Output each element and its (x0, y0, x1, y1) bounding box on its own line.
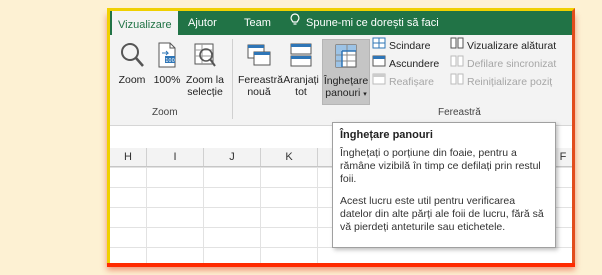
column-header-k[interactable]: K (261, 148, 318, 166)
hide-button[interactable]: Ascundere (372, 55, 439, 73)
view-side-by-side-button[interactable]: Vizualizare alăturat (450, 37, 556, 55)
zoom-group-label: Zoom (152, 107, 178, 118)
split-label: Scindare (389, 40, 431, 52)
tell-me-search[interactable]: Spune-mi ce dorești să faci (290, 11, 439, 35)
tooltip-title: Înghețare panouri (340, 129, 433, 141)
sync-scroll-icon (450, 55, 464, 73)
split-button[interactable]: Scindare (372, 37, 430, 55)
svg-text:100: 100 (165, 58, 175, 64)
magnifier-icon (114, 41, 150, 72)
unhide-label: Reafișare (389, 76, 434, 88)
zoom-button[interactable]: Zoom (114, 41, 150, 93)
column-header-f[interactable]: F (556, 148, 570, 166)
freeze-panes-label-2: panouri (325, 87, 361, 99)
zoom-selection-label-1: Zoom la (186, 74, 224, 86)
column-header-h[interactable]: H (110, 148, 147, 166)
ribbon-tab-bar: Vizualizare Ajutor Team Spune-mi ce dore… (110, 11, 572, 39)
tell-me-label: Spune-mi ce dorești să faci (306, 17, 439, 29)
sync-scroll-label: Defilare sincronizat (467, 58, 557, 70)
freeze-panes-label-1: Înghețare (323, 75, 369, 87)
arrange-all-label-1: Aranjați (283, 74, 319, 86)
new-window-label-1: Fereastră (238, 74, 283, 86)
zoom-100-button[interactable]: 100 100% (152, 41, 182, 93)
side-by-side-icon (450, 37, 464, 55)
reset-window-position-button: Reinițializare poziț (450, 73, 552, 91)
new-window-label-2: nouă (247, 86, 271, 98)
freeze-panes-icon (323, 42, 369, 73)
unhide-button: Reafișare (372, 73, 434, 91)
hide-window-icon (372, 55, 386, 73)
unhide-window-icon (372, 73, 386, 91)
grid-line (203, 167, 204, 263)
excel-window: Vizualizare Ajutor Team Spune-mi ce dore… (107, 8, 575, 263)
window-group-label: Fereastră (438, 107, 481, 118)
tab-ajutor[interactable]: Ajutor (188, 11, 217, 35)
side-by-side-label: Vizualizare alăturat (467, 40, 557, 52)
freeze-panes-tooltip: Înghețare panouri Înghețați o porțiune d… (332, 122, 556, 248)
tab-team[interactable]: Team (244, 11, 271, 35)
arrange-all-icon (282, 41, 320, 72)
hide-label: Ascundere (389, 58, 440, 70)
arrange-all-label-2: tot (295, 86, 307, 98)
grid-line (317, 167, 318, 263)
new-window-button[interactable]: Fereastră nouă (238, 41, 283, 103)
lightbulb-icon (290, 11, 300, 35)
zoom-100-label: 100% (153, 74, 181, 86)
arrange-all-button[interactable]: Aranjați tot (282, 41, 320, 103)
chevron-down-icon: ▾ (363, 91, 367, 98)
freeze-panes-button[interactable]: Înghețare panouri ▾ (322, 39, 370, 105)
tooltip-paragraph-1: Înghețați o porțiune din foaie, pentru a… (340, 147, 541, 185)
tooltip-paragraph-2: Acest lucru este util pentru verificarea… (340, 195, 544, 233)
zoom-100-icon: 100 (152, 41, 182, 72)
column-header-i[interactable]: I (147, 148, 204, 166)
group-separator (232, 39, 233, 119)
reset-position-icon (450, 73, 464, 91)
column-header-j[interactable]: J (204, 148, 261, 166)
ribbon: Zoom 100 100% Zoom la selecție Zoom Fere… (110, 35, 572, 126)
grid-line (146, 167, 147, 263)
new-window-icon (238, 41, 280, 72)
reset-position-label: Reinițializare poziț (467, 76, 553, 88)
zoom-selection-icon (184, 41, 226, 72)
zoom-to-selection-button[interactable]: Zoom la selecție (184, 41, 226, 103)
synchronous-scrolling-button: Defilare sincronizat (450, 55, 556, 73)
grid-line (260, 167, 261, 263)
split-icon (372, 37, 386, 55)
zoom-selection-label-2: selecție (187, 86, 223, 98)
zoom-label: Zoom (118, 74, 146, 86)
